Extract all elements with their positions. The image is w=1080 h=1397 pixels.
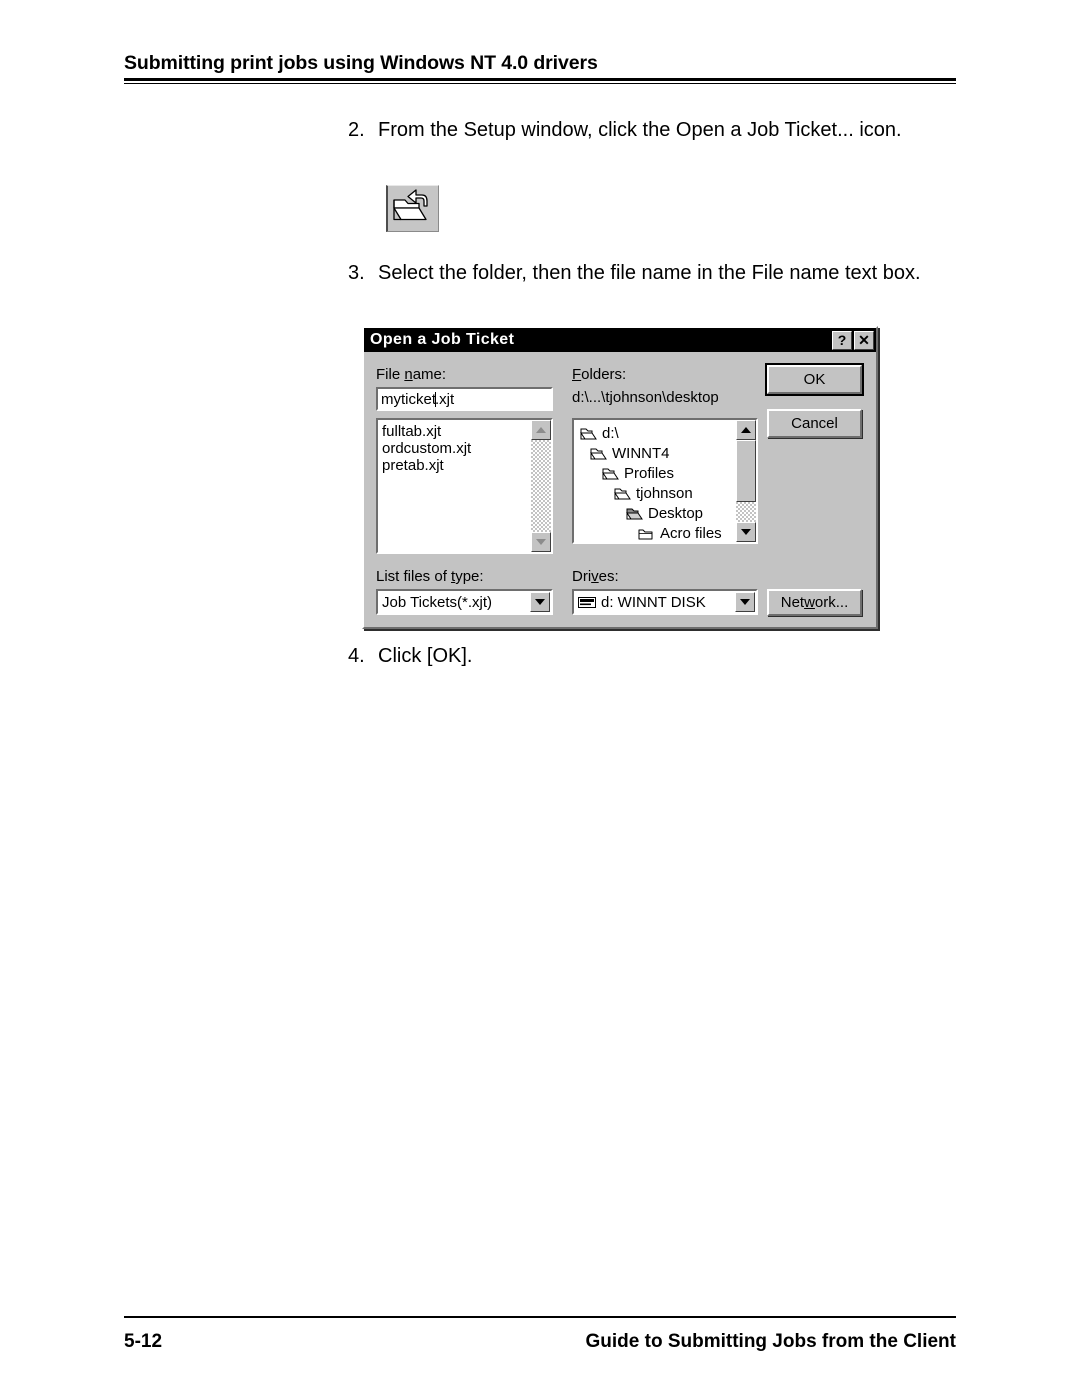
footer-row: 5-12 Guide to Submitting Jobs from the C… <box>124 1331 956 1353</box>
folder-current-icon <box>626 508 643 519</box>
tree-item-label: tjohnson <box>636 484 693 502</box>
folder-open-icon <box>580 428 597 439</box>
chevron-up-icon <box>741 427 751 433</box>
drives-value: d: WINNT DISK <box>601 593 706 611</box>
scroll-up-button[interactable] <box>531 420 551 440</box>
page-header: Submitting print jobs using Windows NT 4… <box>124 52 956 84</box>
tree-item-d-root[interactable]: d:\ <box>580 423 756 443</box>
page-footer: 5-12 Guide to Submitting Jobs from the C… <box>124 1316 956 1353</box>
scrollbar-thumb[interactable] <box>736 440 756 502</box>
file-list-box[interactable]: fulltab.xjt ordcustom.xjt pretab.xjt <box>376 418 553 554</box>
folders-tree-scrollbar[interactable] <box>736 420 756 542</box>
list-files-of-type-label: List files of type: <box>376 568 484 585</box>
file-name-input[interactable]: myticket.xjt <box>376 387 553 411</box>
folders-tree-box[interactable]: d:\ WINNT4 Profiles tjohnson Desktop Acr… <box>572 418 758 544</box>
folder-closed-icon <box>638 529 653 539</box>
tree-item-winnt4[interactable]: WINNT4 <box>580 443 756 463</box>
dialog-titlebar[interactable]: Open a Job Ticket ? ✕ <box>364 328 876 352</box>
step-2: 2. From the Setup window, click the Open… <box>348 118 902 142</box>
file-name-label: File name: <box>376 366 447 383</box>
folder-open-icon <box>614 488 631 499</box>
scrollbar-track[interactable] <box>531 440 551 532</box>
folders-label: Folders: <box>572 366 627 383</box>
step-4: 4. Click [OK]. <box>348 644 472 668</box>
file-list-items: fulltab.xjt ordcustom.xjt pretab.xjt <box>378 420 551 474</box>
tree-item-label: d:\ <box>602 424 619 442</box>
tree-item-label: Desktop <box>648 504 704 522</box>
ok-button[interactable]: OK <box>765 363 864 396</box>
list-item[interactable]: fulltab.xjt <box>382 423 551 440</box>
step-4-number: 4. <box>348 645 365 667</box>
page-number: 5-12 <box>124 1331 163 1352</box>
scroll-down-button[interactable] <box>531 532 551 552</box>
open-a-job-ticket-dialog: Open a Job Ticket ? ✕ File name: myticke… <box>362 326 878 629</box>
folder-with-arrow-glyph <box>393 189 428 221</box>
drives-label: Drives: <box>572 568 619 585</box>
dialog-body: File name: myticket.xjt fulltab.xjt ordc… <box>364 352 876 627</box>
drives-combo[interactable]: d: WINNT DISK <box>572 589 758 615</box>
folders-tree: d:\ WINNT4 Profiles tjohnson Desktop Acr… <box>574 420 756 542</box>
step-3-number: 3. <box>348 262 365 284</box>
network-button-label: Network... <box>780 594 849 611</box>
step-2-number: 2. <box>348 119 365 141</box>
tree-item-label: Profiles <box>624 464 675 482</box>
file-list-scrollbar[interactable] <box>531 420 551 552</box>
list-files-of-type-value: Job Tickets(*.xjt) <box>382 593 493 611</box>
combo-dropdown-button[interactable] <box>530 592 550 612</box>
footer-title: Guide to Submitting Jobs from the Client <box>585 1331 957 1352</box>
chevron-down-icon <box>741 529 751 535</box>
file-name-input-value: myticket.xjt <box>381 391 455 408</box>
hard-disk-icon <box>578 596 596 608</box>
folder-open-icon <box>590 448 607 459</box>
tree-item-label: WINNT4 <box>612 444 670 462</box>
list-item[interactable]: ordcustom.xjt <box>382 440 551 457</box>
drives-value-wrap: d: WINNT DISK <box>574 594 735 611</box>
tree-item-desktop[interactable]: Desktop <box>580 503 756 523</box>
tree-item-label: Acro files <box>660 524 722 542</box>
page-header-title: Submitting print jobs using Windows NT 4… <box>124 52 598 74</box>
scroll-down-button[interactable] <box>736 522 756 542</box>
tree-item-profiles[interactable]: Profiles <box>580 463 756 483</box>
combo-dropdown-button[interactable] <box>735 592 755 612</box>
step-3: 3. Select the folder, then the file name… <box>348 261 921 285</box>
list-item[interactable]: pretab.xjt <box>382 457 551 474</box>
close-icon[interactable]: ✕ <box>854 330 874 350</box>
tree-item-acro-files[interactable]: Acro files <box>580 523 756 542</box>
chevron-up-icon <box>536 427 546 433</box>
open-job-ticket-icon[interactable] <box>386 185 439 232</box>
chevron-down-icon <box>536 539 546 545</box>
tree-item-tjohnson[interactable]: tjohnson <box>580 483 756 503</box>
dialog-title: Open a Job Ticket <box>370 331 515 348</box>
folder-open-icon <box>602 468 619 479</box>
footer-rule <box>124 1316 956 1318</box>
header-rule-thick <box>124 78 956 81</box>
step-3-text: Select the folder, then the file name in… <box>378 262 921 284</box>
chevron-down-icon <box>740 599 750 605</box>
chevron-down-icon <box>535 599 545 605</box>
step-4-text: Click [OK]. <box>378 645 473 667</box>
network-button[interactable]: Network... <box>767 589 862 616</box>
step-2-text: From the Setup window, click the Open a … <box>378 119 902 141</box>
header-rule-thin <box>124 83 956 84</box>
cancel-button[interactable]: Cancel <box>767 409 862 438</box>
scroll-up-button[interactable] <box>736 420 756 440</box>
help-icon[interactable]: ? <box>832 330 852 350</box>
scrollbar-track[interactable] <box>736 502 756 522</box>
current-path: d:\...\tjohnson\desktop <box>572 389 719 406</box>
list-files-of-type-combo[interactable]: Job Tickets(*.xjt) <box>376 589 553 615</box>
